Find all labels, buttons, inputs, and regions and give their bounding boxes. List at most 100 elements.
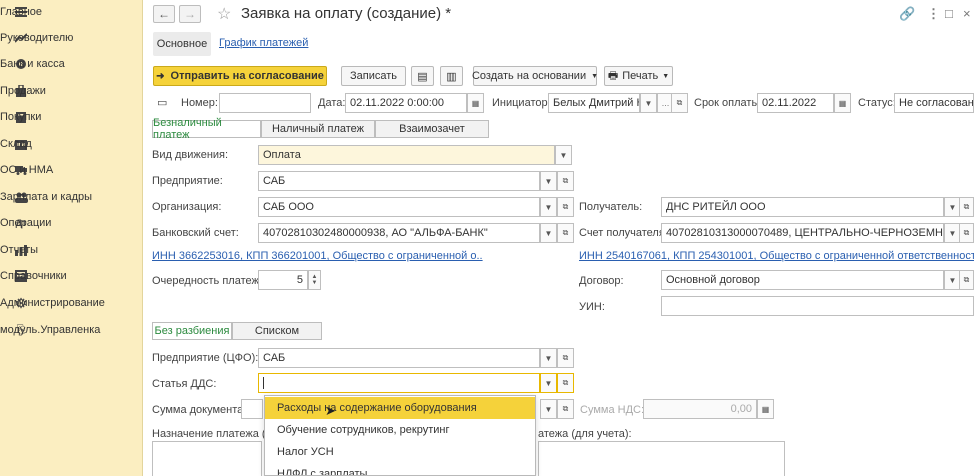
tab-main[interactable]: Основное [153, 32, 211, 56]
dropdown-button[interactable]: ▼ [540, 197, 557, 217]
initiator-field[interactable]: Белых Дмитрий Ю [548, 93, 640, 113]
document-sum-label: Сумма документа: [152, 404, 247, 416]
dropdown-button[interactable]: ▼ [640, 93, 657, 113]
organization-field[interactable]: САБ ООО [258, 197, 540, 217]
open-icon: ⧉ [562, 404, 569, 413]
open-icon: ⧉ [963, 275, 970, 284]
recipient-field[interactable]: ДНС РИТЕЙЛ ООО [661, 197, 944, 217]
minimize-icon[interactable]: □ [945, 6, 953, 21]
dropdown-button[interactable]: ▼ [540, 223, 557, 243]
dropdown-button[interactable]: ▼ [540, 348, 557, 368]
sidebar-item-purchases[interactable]: Покупки [0, 105, 143, 129]
sidebar-item-admin[interactable]: ⚙ Администрирование [0, 291, 143, 315]
purpose-accounting-textarea[interactable] [538, 441, 785, 476]
tab-no-split[interactable]: Без разбиения [152, 322, 232, 340]
sidebar-item-warehouse[interactable]: Склад [0, 132, 143, 156]
dropdown-button[interactable]: ▼ [555, 145, 572, 165]
forward-button[interactable]: → [179, 5, 201, 23]
due-date-field[interactable]: 02.11.2022 [757, 93, 834, 113]
sidebar-item-sales[interactable]: Продажи [0, 79, 143, 103]
recipient-inn-link[interactable]: ИНН 2540167061, КПП 254301001, Общество … [579, 250, 974, 262]
send-for-approval-button[interactable]: ➜ Отправить на согласование [153, 66, 327, 86]
tab-list[interactable]: Списком [232, 322, 322, 340]
sidebar-item-reports[interactable]: Отчеты [0, 238, 143, 262]
document-button[interactable]: ▥ [440, 66, 463, 86]
initiator-label: Инициатор: [492, 97, 551, 109]
dropdown-option[interactable]: Расходы на содержание оборудования [265, 397, 535, 419]
purpose-textarea[interactable] [152, 441, 262, 476]
chevron-down-icon: ▼ [544, 353, 553, 363]
sidebar-item-fixed-assets[interactable]: ОС и НМА [0, 158, 143, 182]
link-icon[interactable]: 🔗 [899, 6, 915, 22]
dropdown-button[interactable]: ▼ [540, 399, 557, 419]
payer-inn-link[interactable]: ИНН 3662253016, КПП 366201001, Общество … [152, 250, 483, 262]
calculator-button[interactable]: ▦ [757, 399, 774, 419]
cfo-field[interactable]: САБ [258, 348, 540, 368]
calendar-button[interactable]: ▦ [467, 93, 484, 113]
open-button[interactable]: ⧉ [671, 93, 688, 113]
more-icon[interactable]: ⋮ [927, 6, 940, 22]
chevron-down-icon: ▼ [948, 202, 957, 212]
open-icon: ⧉ [676, 98, 683, 107]
sidebar-item-salary[interactable]: Зарплата и кадры [0, 185, 143, 209]
star-icon[interactable]: ☆ [217, 4, 231, 24]
arrow-left-icon: ← [158, 7, 170, 21]
priority-field[interactable]: 5 [258, 270, 308, 290]
uin-field[interactable] [661, 296, 974, 316]
contract-field[interactable]: Основной договор [661, 270, 944, 290]
dropdown-button[interactable]: ▼ [540, 171, 557, 191]
close-icon[interactable]: × [963, 6, 971, 21]
print-button[interactable]: 🖶 Печать ▼ [604, 66, 673, 86]
bank-account-field[interactable]: 40702810302480000938, АО "АЛЬФА-БАНК" [258, 223, 540, 243]
enterprise-field[interactable]: САБ [258, 171, 540, 191]
save-button[interactable]: Записать [341, 66, 406, 86]
tab-payment-schedule[interactable]: График платежей [219, 37, 308, 49]
sidebar-item-label: Покупки [0, 111, 42, 123]
movement-field[interactable]: Оплата [258, 145, 555, 165]
checkbox-icon[interactable]: ▭ [157, 96, 167, 109]
open-button[interactable]: ⧉ [959, 223, 974, 243]
tab-cashless-payment[interactable]: Безналичный платеж [152, 117, 261, 141]
dds-field[interactable] [258, 373, 540, 393]
calculator-icon: ▦ [761, 404, 770, 414]
recipient-account-field[interactable]: 40702810313000070489, ЦЕНТРАЛЬНО-ЧЕРНОЗЕ… [661, 223, 944, 243]
sidebar-item-main[interactable]: Главное [0, 0, 143, 24]
dropdown-option[interactable]: Обучение сотрудников, рекрутинг [265, 419, 535, 441]
sidebar-item-label: Продажи [0, 85, 46, 97]
sidebar-item-operations[interactable]: Дт Операции [0, 211, 143, 235]
dropdown-option[interactable]: НДФЛ с зарплаты [265, 463, 535, 475]
open-button[interactable]: ⧉ [557, 348, 574, 368]
chevron-down-icon: ▼ [544, 176, 553, 186]
open-button[interactable]: ⧉ [557, 197, 574, 217]
ellipsis-icon: … [661, 98, 670, 108]
document-sum-field[interactable] [241, 399, 263, 419]
open-button[interactable]: ⧉ [557, 223, 574, 243]
sidebar-item-label: Операции [0, 217, 52, 229]
create-based-on-button[interactable]: Создать на основании ▼ [472, 66, 598, 86]
sidebar-item-manager[interactable]: Руководителю [0, 26, 143, 50]
posting-button[interactable]: ▤ [411, 66, 434, 86]
posting-icon: ▤ [417, 70, 428, 83]
open-icon: ⧉ [963, 228, 970, 237]
number-field[interactable] [219, 93, 311, 113]
dropdown-option[interactable]: Налог УСН [265, 441, 535, 463]
open-button[interactable]: ⧉ [557, 171, 574, 191]
status-field[interactable]: Не согласовано [894, 93, 974, 113]
dropdown-button[interactable]: ▼ [540, 373, 557, 393]
priority-stepper[interactable]: ▲ ▼ [308, 270, 321, 290]
tab-netting[interactable]: Взаимозачет [375, 120, 489, 138]
back-button[interactable]: ← [153, 5, 175, 23]
open-button[interactable]: ⧉ [557, 399, 574, 419]
sidebar-item-bank[interactable]: Банк и касса [0, 52, 143, 76]
sidebar-item-module[interactable]: ⎘ модуль.Управленка [0, 318, 143, 342]
date-field[interactable]: 02.11.2022 0:00:00 [345, 93, 467, 113]
open-button[interactable]: ⧉ [959, 270, 974, 290]
arrow-right-icon: → [184, 7, 196, 21]
open-button[interactable]: ⧉ [557, 373, 574, 393]
print-label: Печать [622, 70, 659, 82]
calendar-button[interactable]: ▦ [834, 93, 851, 113]
recipient-account-label: Счет получателя: [579, 227, 668, 239]
tab-cash-payment[interactable]: Наличный платеж [261, 120, 375, 138]
sidebar-item-catalogs[interactable]: Справочники [0, 264, 143, 288]
open-button[interactable]: ⧉ [959, 197, 974, 217]
